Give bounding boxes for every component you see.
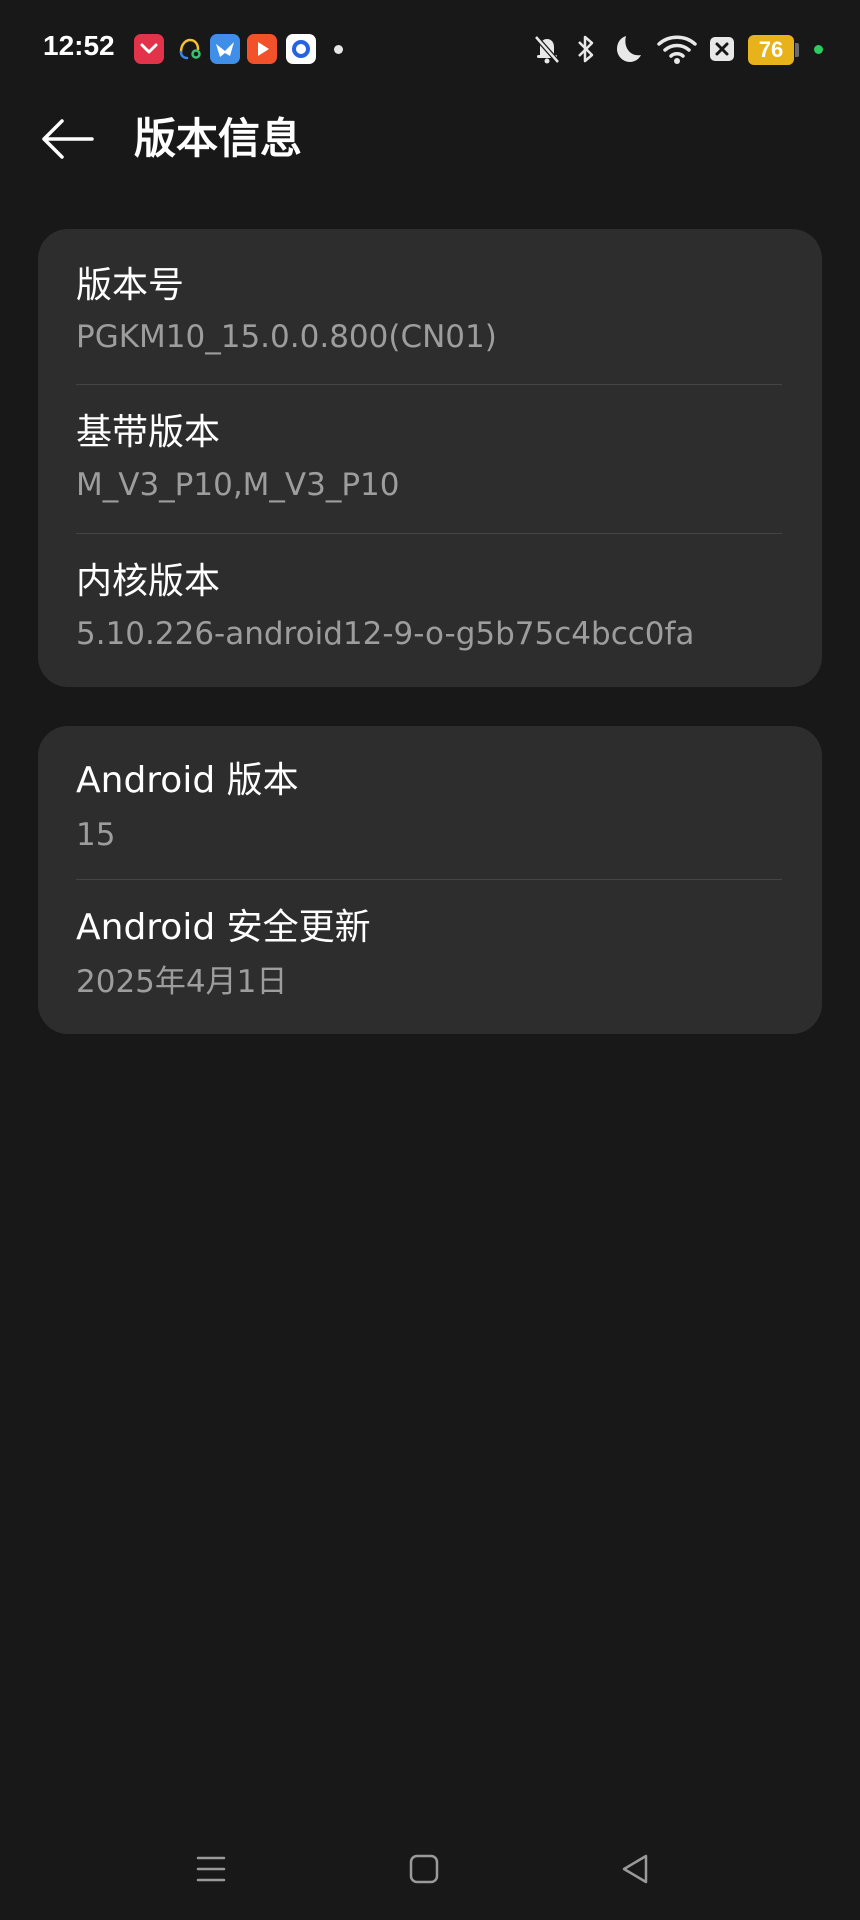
item-title: Android 安全更新 [76,907,371,948]
more-notifications-dot [334,45,343,54]
battery-indicator: 76 [748,35,794,65]
bluetooth-icon [578,35,594,63]
menu-icon [196,1856,226,1882]
status-bar: 12:52 76 [0,0,860,100]
charging-dot [814,45,823,54]
arrow-left-icon [42,119,94,159]
battery-cap [795,43,799,57]
android-info-card: Android 版本 15 Android 安全更新 2025年4月1日 [38,726,822,1034]
wifi-icon [657,35,697,64]
item-value: M_V3_P10,M_V3_P10 [76,467,400,503]
home-icon [409,1854,439,1884]
moon-icon [617,36,641,62]
item-title: Android 版本 [76,760,299,801]
bird-app-icon [210,34,240,64]
version-info-card: 版本号 PGKM10_15.0.0.800(CN01) 基带版本 M_V3_P1… [38,229,822,687]
headset-app-icon [174,34,204,64]
recents-button[interactable] [196,1852,226,1890]
list-item-baseband-version[interactable]: 基带版本 M_V3_P10,M_V3_P10 [38,385,822,533]
item-value: PGKM10_15.0.0.800(CN01) [76,319,497,355]
back-nav-button[interactable] [620,1852,650,1890]
list-item-build-number[interactable]: 版本号 PGKM10_15.0.0.800(CN01) [38,229,822,384]
item-title: 基带版本 [76,412,221,453]
bell-muted-icon [534,35,560,64]
item-value: 15 [76,817,116,853]
status-time: 12:52 [43,30,115,61]
list-item-android-version[interactable]: Android 版本 15 [38,726,822,879]
item-title: 内核版本 [76,561,221,602]
item-value: 5.10.226-android12-9-o-g5b75c4bcc0fa [76,616,695,652]
circle-app-icon [286,34,316,64]
page-header: 版本信息 [0,100,860,220]
list-item-kernel-version[interactable]: 内核版本 5.10.226-android12-9-o-g5b75c4bcc0f… [38,534,822,687]
item-value: 2025年4月1日 [76,964,288,1000]
item-title: 版本号 [76,265,185,306]
pocket-app-icon [134,34,164,64]
navigation-bar [0,1820,860,1920]
list-item-android-security-update[interactable]: Android 安全更新 2025年4月1日 [38,880,822,1034]
box-x-icon [710,37,734,61]
video-play-app-icon [247,34,277,64]
home-button[interactable] [409,1852,439,1890]
back-triangle-icon [622,1854,648,1884]
back-button[interactable] [38,114,98,164]
page-title: 版本信息 [134,114,303,163]
